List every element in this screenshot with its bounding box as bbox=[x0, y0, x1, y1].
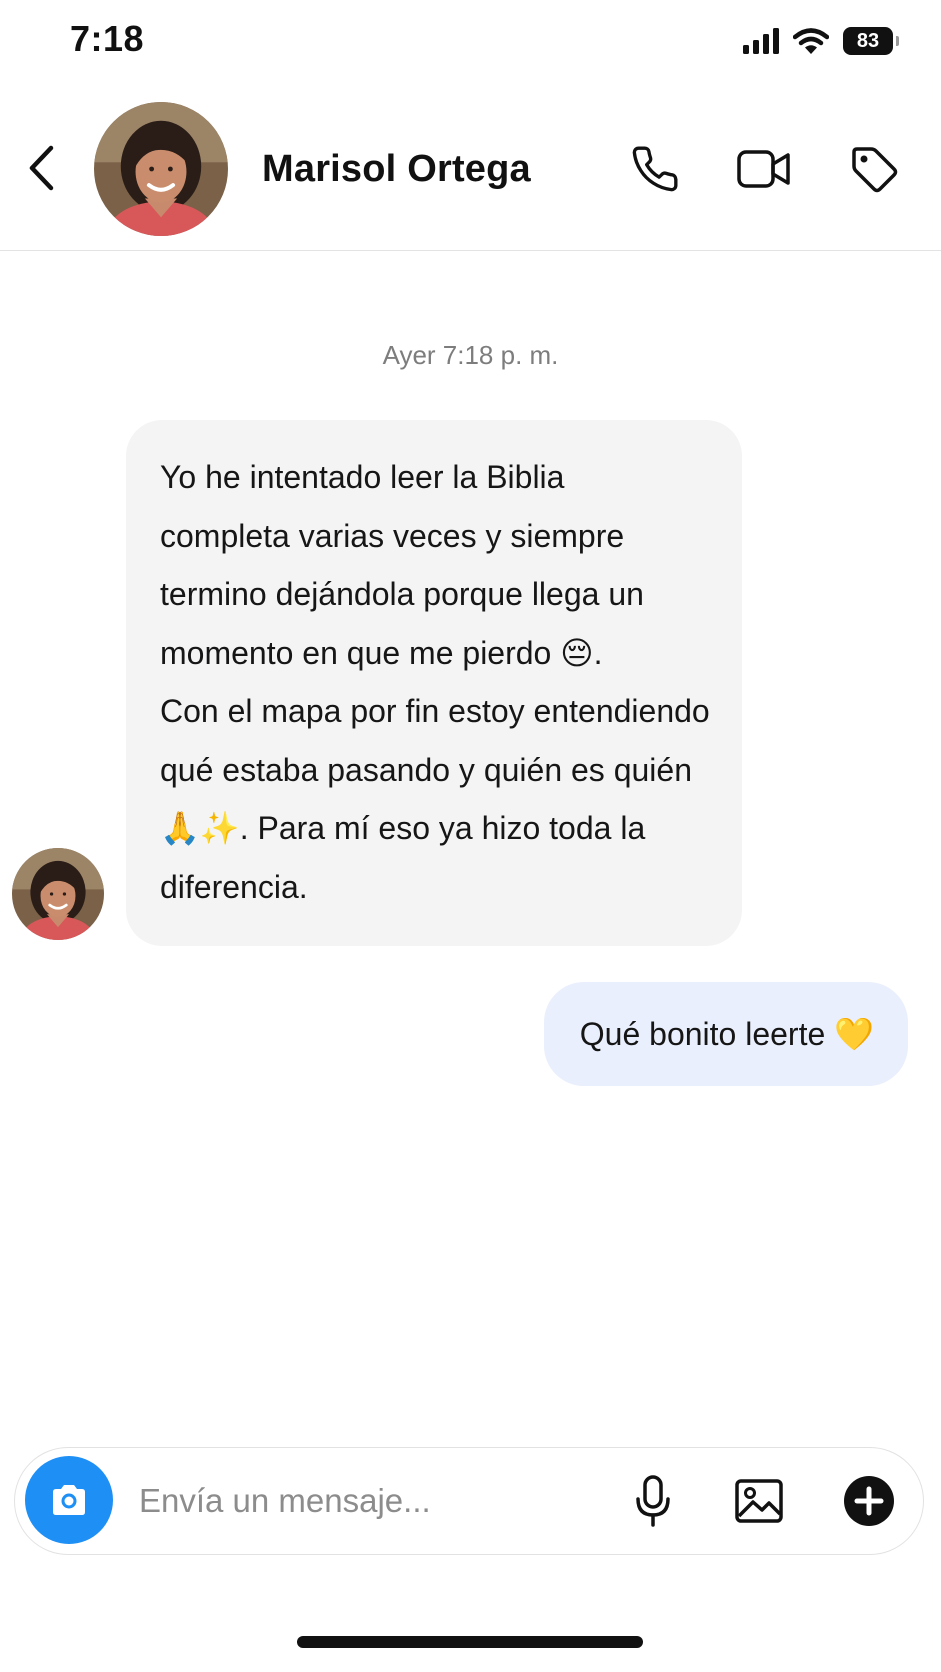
message-composer bbox=[14, 1447, 924, 1555]
plus-icon bbox=[843, 1475, 895, 1527]
voice-message-button[interactable] bbox=[620, 1468, 686, 1534]
back-button[interactable] bbox=[18, 140, 64, 196]
battery-icon: 83 bbox=[843, 27, 899, 55]
signal-icon bbox=[743, 28, 779, 54]
sender-avatar[interactable] bbox=[12, 848, 104, 940]
incoming-message-bubble[interactable]: Yo he intentado leer la Biblia completa … bbox=[126, 420, 742, 946]
image-icon bbox=[734, 1478, 784, 1524]
chat-header: Marisol Ortega bbox=[0, 90, 941, 251]
home-indicator[interactable] bbox=[297, 1636, 643, 1648]
avatar[interactable] bbox=[94, 102, 228, 236]
camera-icon bbox=[49, 1482, 89, 1518]
camera-button[interactable] bbox=[25, 1456, 113, 1544]
contact-name[interactable]: Marisol Ortega bbox=[262, 148, 531, 191]
microphone-icon bbox=[633, 1474, 673, 1528]
back-chevron-icon bbox=[26, 144, 56, 192]
call-button[interactable] bbox=[624, 138, 686, 200]
add-attachment-button[interactable] bbox=[836, 1468, 902, 1534]
status-bar: 7:18 83 bbox=[0, 0, 941, 84]
tag-button[interactable] bbox=[843, 138, 905, 200]
battery-level: 83 bbox=[856, 29, 880, 52]
tag-icon bbox=[849, 144, 899, 194]
video-camera-icon bbox=[736, 147, 792, 191]
message-timestamp: Ayer 7:18 p. m. bbox=[382, 340, 559, 370]
gallery-button[interactable] bbox=[726, 1468, 792, 1534]
wifi-icon bbox=[793, 27, 829, 55]
phone-icon bbox=[630, 144, 680, 194]
video-call-button[interactable] bbox=[733, 138, 795, 200]
outgoing-message-bubble[interactable]: Qué bonito leerte 💛 bbox=[543, 982, 908, 1086]
status-icons: 83 bbox=[743, 24, 899, 58]
status-time: 7:18 bbox=[70, 18, 145, 59]
message-input[interactable] bbox=[139, 1474, 599, 1528]
